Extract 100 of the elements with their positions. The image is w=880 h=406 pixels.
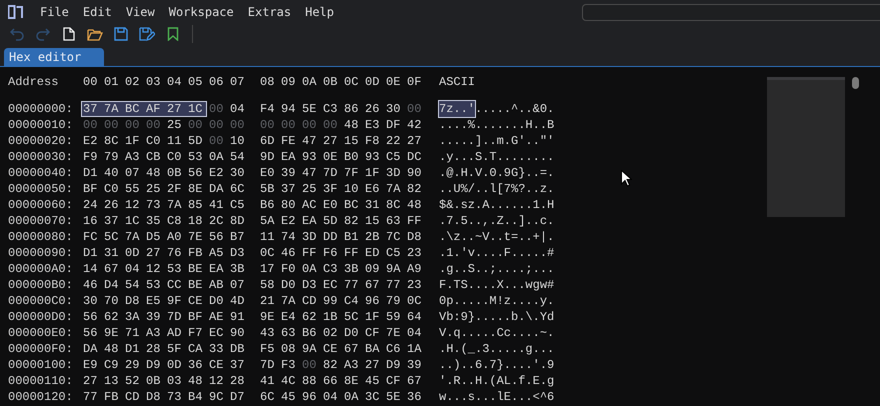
hex-byte: D1 (83, 165, 98, 181)
hex-byte: 9C (209, 389, 224, 405)
hex-byte: 8E (344, 373, 360, 389)
hex-byte: 04 (407, 325, 422, 341)
hex-byte: FF (407, 213, 422, 229)
hex-byte: DC (407, 149, 422, 165)
hex-byte: F5 (260, 341, 276, 357)
hex-byte: 35 (146, 213, 162, 229)
hex-byte: 3B (230, 261, 246, 277)
ascii-header: ASCII (439, 74, 476, 90)
hex-byte: CF (386, 373, 402, 389)
column-header: 06 (209, 75, 224, 89)
hex-byte: 45 (365, 373, 380, 389)
hex-byte: EC (209, 325, 224, 341)
hex-byte: 39 (281, 165, 296, 181)
hex-byte: 24 (83, 197, 98, 213)
menu-item[interactable]: Help (305, 5, 334, 19)
hex-byte: 26 (365, 101, 380, 117)
menu-item[interactable]: File (40, 5, 69, 19)
hex-byte: 8E (188, 181, 204, 197)
hex-byte: 86 (344, 101, 360, 117)
editor-tab[interactable]: Hex editor (4, 48, 104, 66)
hex-byte: A3 (344, 357, 360, 373)
row-address: 000000A0: (8, 261, 74, 277)
hex-byte: 0D (167, 357, 182, 373)
hex-byte: 07 (125, 165, 140, 181)
hex-byte: 62 (302, 309, 318, 325)
hex-byte: ED (365, 245, 380, 261)
hex-byte: 09 (365, 261, 380, 277)
hex-byte: 0A (302, 261, 318, 277)
hex-byte: 90 (230, 325, 246, 341)
column-header: 05 (188, 75, 202, 89)
hex-byte: 1C (125, 213, 140, 229)
hex-byte: 90 (407, 165, 422, 181)
hex-byte: 04 (125, 261, 140, 277)
hex-byte: DB (230, 341, 246, 357)
hex-byte: 00 (281, 117, 296, 133)
ascii-text: '.R..H.(AL.f.E.g (439, 373, 554, 389)
hex-byte: 7D (323, 165, 338, 181)
hex-byte: DF (386, 117, 402, 133)
hex-byte: AF (146, 101, 167, 117)
hex-byte: E2 (83, 133, 98, 149)
hex-byte: 7D (167, 309, 182, 325)
hex-byte: 31 (365, 197, 380, 213)
hex-byte: 29 (125, 357, 140, 373)
hex-byte: 64 (407, 309, 422, 325)
row-address: 00000010: (8, 117, 74, 133)
hex-byte: 2B (365, 229, 380, 245)
menu-item[interactable]: View (126, 5, 155, 19)
hex-byte: 9F (167, 293, 182, 309)
scrollbar-thumb[interactable] (852, 77, 858, 89)
hex-byte: 9E (260, 309, 276, 325)
hex-byte: 02 (323, 325, 338, 341)
hex-byte: 8D (230, 213, 246, 229)
menu-item[interactable]: Edit (82, 5, 112, 19)
hex-byte: F0 (281, 261, 296, 277)
hex-byte: 15 (344, 133, 360, 149)
hex-byte: C4 (344, 293, 360, 309)
hex-byte: 18 (188, 213, 204, 229)
hex-byte: CD (302, 293, 318, 309)
hex-byte: 04 (323, 389, 338, 405)
hex-byte: D3 (302, 277, 318, 293)
hex-byte: F9 (83, 149, 98, 165)
hex-byte: 00 (260, 117, 276, 133)
hex-byte: 25 (167, 117, 182, 133)
hex-byte: 7A (386, 181, 402, 197)
row-address: 00000000: (8, 101, 74, 117)
hex-byte: B1 (344, 229, 360, 245)
hex-byte: 37 (81, 101, 104, 117)
hex-byte: 4C (281, 373, 296, 389)
hex-byte: EC (323, 277, 338, 293)
hex-byte: D9 (386, 357, 402, 373)
hex-byte: DA (209, 181, 224, 197)
menu-item[interactable]: Extras (248, 5, 292, 19)
hex-byte: 0B (167, 165, 182, 181)
row-address: 00000090: (8, 245, 74, 261)
hex-byte: C8 (167, 213, 182, 229)
hex-byte: 12 (146, 261, 162, 277)
hex-byte: A0 (167, 229, 182, 245)
hex-byte: D5 (146, 229, 162, 245)
hex-byte: 25 (302, 181, 318, 197)
hex-byte: DA (83, 341, 98, 357)
ascii-text: V.q.....Cc....~. (439, 325, 554, 341)
row-address: 000000F0: (8, 341, 74, 357)
hex-byte: 41 (260, 373, 276, 389)
hex-byte: C0 (146, 133, 162, 149)
hex-byte: 2C (209, 213, 224, 229)
hex-byte: 46 (83, 277, 98, 293)
hex-byte: 37 (104, 213, 120, 229)
hex-byte: C3 (323, 261, 338, 277)
search-field[interactable] (582, 4, 880, 20)
menu-item[interactable]: Workspace (168, 5, 234, 19)
column-header: 0C (344, 75, 358, 89)
hex-byte: 52 (125, 373, 140, 389)
hex-byte: F8 (365, 133, 380, 149)
hex-byte: 42 (407, 117, 422, 133)
hex-byte: CF (365, 325, 380, 341)
hex-byte: 11 (167, 133, 182, 149)
hex-byte: C5 (230, 197, 246, 213)
hex-byte: 82 (323, 357, 338, 373)
